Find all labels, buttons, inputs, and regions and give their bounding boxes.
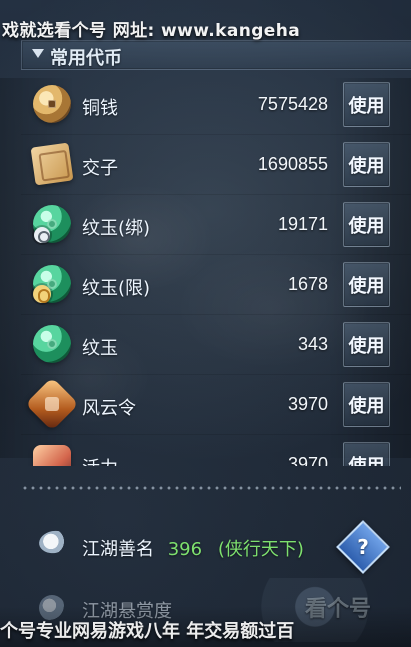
collapse-triangle-icon <box>32 49 44 58</box>
reputation-text: 江湖善名 396 (侠行天下) <box>82 535 304 561</box>
top-watermark-text: 戏就选看个号 网址: www.kangeha <box>2 21 301 41</box>
jade-bound-icon <box>33 205 71 243</box>
currency-amount: 3970 <box>287 394 328 414</box>
chain-icon <box>34 227 50 243</box>
use-button[interactable]: 使用 <box>343 322 390 367</box>
currency-row-fengyunling: 风云令 3970 使用 <box>21 374 411 435</box>
use-button[interactable]: 使用 <box>343 442 390 466</box>
reputation-rank: (侠行天下) <box>217 539 304 560</box>
top-watermark-bar: 戏就选看个号 网址: www.kangeha <box>0 0 411 41</box>
currency-amount: 1690855 <box>257 154 328 174</box>
currency-row-jade: 纹玉 343 使用 <box>21 314 411 375</box>
currency-name: 交子 <box>82 158 118 179</box>
jade-limited-icon <box>33 265 71 303</box>
bottom-watermark-text: 个号专业网易游戏八年 年交易额过百 <box>0 621 295 642</box>
reputation-icon <box>37 528 71 556</box>
currency-list: 铜钱 7575428 使用 交子 1690855 使用 纹玉(绑) 19171 … <box>21 74 411 466</box>
limit-icon <box>33 285 51 303</box>
currency-amount: 19171 <box>277 214 328 234</box>
currency-section-header[interactable]: 常用代币 <box>21 40 411 70</box>
energy-icon <box>33 445 71 466</box>
help-icon: ? <box>357 535 369 559</box>
use-button[interactable]: 使用 <box>343 262 390 307</box>
currency-section-title: 常用代币 <box>50 48 122 69</box>
currency-row-jade-limited: 纹玉(限) 1678 使用 <box>21 254 411 315</box>
use-button[interactable]: 使用 <box>343 382 390 427</box>
currency-row-jade-bound: 纹玉(绑) 19171 使用 <box>21 194 411 255</box>
help-button[interactable]: ? <box>336 520 390 574</box>
bottom-watermark-bar: 个号专业网易游戏八年 年交易额过百 <box>0 606 411 647</box>
jade-icon <box>33 325 71 363</box>
currency-amount: 3970 <box>287 454 328 466</box>
use-button[interactable]: 使用 <box>343 142 390 187</box>
currency-name: 风云令 <box>82 398 136 419</box>
token-icon <box>25 377 79 431</box>
dotted-divider <box>21 484 401 492</box>
currency-amount: 7575428 <box>257 94 328 114</box>
currency-name: 纹玉 <box>82 338 118 359</box>
paper-note-icon <box>30 142 74 186</box>
copper-coin-icon <box>33 85 71 123</box>
currency-name: 活力 <box>82 454 118 466</box>
use-button[interactable]: 使用 <box>343 82 390 127</box>
currency-row-copper: 铜钱 7575428 使用 <box>21 74 411 135</box>
currency-name: 纹玉(绑) <box>82 218 151 239</box>
currency-row-jiaozi: 交子 1690855 使用 <box>21 134 411 195</box>
currency-amount: 1678 <box>287 274 328 294</box>
currency-row-energy: 活力 3970 使用 <box>21 434 411 466</box>
currency-name: 铜钱 <box>82 98 118 119</box>
reputation-label: 江湖善名 <box>82 539 154 560</box>
reputation-value: 396 <box>167 539 203 560</box>
currency-name: 纹玉(限) <box>82 278 151 299</box>
reputation-row: 江湖善名 396 (侠行天下) ? <box>21 515 411 575</box>
currency-amount: 343 <box>297 334 328 354</box>
use-button[interactable]: 使用 <box>343 202 390 247</box>
